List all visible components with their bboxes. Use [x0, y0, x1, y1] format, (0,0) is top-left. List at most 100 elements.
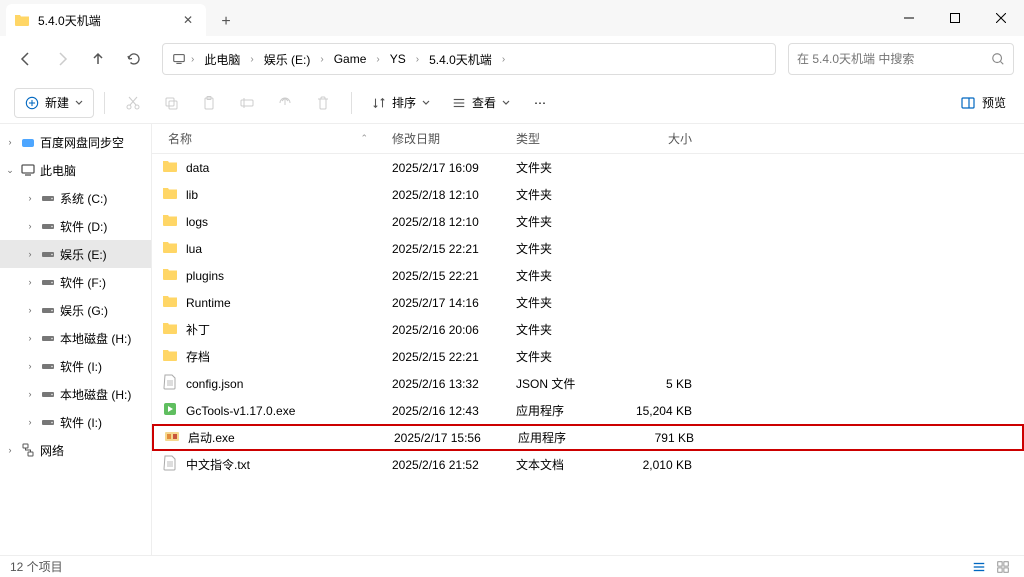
- column-header-size[interactable]: 大小: [622, 130, 702, 147]
- file-date: 2025/2/15 22:21: [392, 269, 516, 283]
- tree-label: 此电脑: [40, 162, 76, 179]
- new-tab-button[interactable]: +: [212, 8, 240, 36]
- file-row[interactable]: 中文指令.txt2025/2/16 21:52文本文档2,010 KB: [152, 451, 1024, 478]
- chevron-right-icon: ›: [320, 54, 323, 65]
- file-date: 2025/2/16 12:43: [392, 404, 516, 418]
- preview-pane-button[interactable]: 预览: [960, 94, 1006, 111]
- file-date: 2025/2/15 22:21: [392, 242, 516, 256]
- crumb-1[interactable]: 娱乐 (E:): [258, 49, 317, 70]
- chevron-icon: ›: [24, 304, 36, 316]
- column-header-type[interactable]: 类型: [516, 130, 622, 147]
- tree-item[interactable]: › 软件 (I:): [0, 352, 151, 380]
- cut-button[interactable]: [115, 88, 151, 118]
- maximize-button[interactable]: [932, 0, 978, 36]
- delete-button[interactable]: [305, 88, 341, 118]
- file-row[interactable]: 启动.exe2025/2/17 15:56应用程序791 KB: [152, 424, 1024, 451]
- tree-item[interactable]: ⌄此电脑: [0, 156, 151, 184]
- column-header-date[interactable]: 修改日期: [392, 130, 516, 147]
- drive-icon: [40, 386, 56, 402]
- file-type: JSON 文件: [516, 375, 622, 392]
- tree-item[interactable]: ›网络: [0, 436, 151, 464]
- file-row[interactable]: plugins2025/2/15 22:21文件夹: [152, 262, 1024, 289]
- file-row[interactable]: logs2025/2/18 12:10文件夹: [152, 208, 1024, 235]
- thumbnails-view-button[interactable]: [992, 558, 1014, 576]
- status-bar: 12 个项目: [0, 555, 1024, 577]
- file-date: 2025/2/16 20:06: [392, 323, 516, 337]
- tree-item[interactable]: ›系统 (C:): [0, 184, 151, 212]
- crumb-2[interactable]: Game: [328, 50, 373, 68]
- file-name: 启动.exe: [188, 429, 235, 446]
- tree-item[interactable]: ›软件 (F:): [0, 268, 151, 296]
- file-row[interactable]: data2025/2/17 16:09文件夹: [152, 154, 1024, 181]
- file-row[interactable]: 补丁2025/2/16 20:06文件夹: [152, 316, 1024, 343]
- file-row[interactable]: 存档2025/2/15 22:21文件夹: [152, 343, 1024, 370]
- tree-item[interactable]: ›软件 (D:): [0, 212, 151, 240]
- tree-item[interactable]: ›软件 (I:): [0, 408, 151, 436]
- tree-label: 软件 (I:): [60, 358, 102, 375]
- view-icon: [452, 96, 466, 110]
- crumb-0[interactable]: 此电脑: [198, 49, 246, 70]
- breadcrumb[interactable]: › 此电脑 › 娱乐 (E:) › Game › YS › 5.4.0天机端 ›: [162, 43, 776, 75]
- file-row[interactable]: config.json2025/2/16 13:32JSON 文件5 KB: [152, 370, 1024, 397]
- rename-button[interactable]: [229, 88, 265, 118]
- sort-dropdown[interactable]: 排序: [362, 88, 440, 118]
- chevron-icon: ›: [24, 360, 36, 372]
- folder-icon: [162, 158, 178, 177]
- refresh-button[interactable]: [118, 43, 150, 75]
- folder-icon: [162, 293, 178, 312]
- more-button[interactable]: ⋯: [522, 88, 558, 118]
- details-view-button[interactable]: [968, 558, 990, 576]
- crumb-4[interactable]: 5.4.0天机端: [423, 49, 498, 70]
- window-tab[interactable]: 5.4.0天机端 ✕: [6, 4, 206, 36]
- crumb-3[interactable]: YS: [384, 50, 412, 68]
- folder-icon: [14, 12, 30, 28]
- file-name: GcTools-v1.17.0.exe: [186, 404, 295, 418]
- file-date: 2025/2/16 21:52: [392, 458, 516, 472]
- drive-icon: [40, 246, 56, 262]
- column-header-name[interactable]: 名称 ⌃: [152, 130, 392, 147]
- separator: [104, 92, 105, 114]
- tree-item[interactable]: ›百度网盘同步空: [0, 128, 151, 156]
- copy-button[interactable]: [153, 88, 189, 118]
- file-row[interactable]: GcTools-v1.17.0.exe2025/2/16 12:43应用程序15…: [152, 397, 1024, 424]
- cloud-icon: [20, 134, 36, 150]
- folder-icon: [162, 266, 178, 285]
- file-name: data: [186, 161, 209, 175]
- chevron-icon: ›: [4, 136, 16, 148]
- tree-item[interactable]: ›娱乐 (E:): [0, 240, 151, 268]
- tree-label: 本地磁盘 (H:): [60, 386, 131, 403]
- minimize-button[interactable]: [886, 0, 932, 36]
- file-type: 应用程序: [518, 429, 624, 446]
- file-type: 文本文档: [516, 456, 622, 473]
- sort-indicator-icon: ⌃: [360, 133, 368, 144]
- file-row[interactable]: Runtime2025/2/17 14:16文件夹: [152, 289, 1024, 316]
- back-button[interactable]: [10, 43, 42, 75]
- new-label: 新建: [45, 94, 69, 111]
- share-button[interactable]: [267, 88, 303, 118]
- titlebar: 5.4.0天机端 ✕ +: [0, 0, 1024, 36]
- search-box[interactable]: [788, 43, 1014, 75]
- file-size: 2,010 KB: [622, 458, 702, 472]
- paste-button[interactable]: [191, 88, 227, 118]
- file-row[interactable]: lua2025/2/15 22:21文件夹: [152, 235, 1024, 262]
- close-tab-button[interactable]: ✕: [180, 12, 196, 28]
- new-button[interactable]: 新建: [14, 88, 94, 118]
- chevron-icon: ›: [24, 220, 36, 232]
- tree-item[interactable]: ›本地磁盘 (H:): [0, 380, 151, 408]
- chevron-icon: ›: [24, 276, 36, 288]
- search-input[interactable]: [797, 52, 985, 66]
- up-button[interactable]: [82, 43, 114, 75]
- forward-button[interactable]: [46, 43, 78, 75]
- file-date: 2025/2/18 12:10: [392, 215, 516, 229]
- separator: [351, 92, 352, 114]
- file-date: 2025/2/15 22:21: [392, 350, 516, 364]
- file-name: lib: [186, 188, 198, 202]
- file-name: 存档: [186, 348, 210, 365]
- exe-green-icon: [162, 401, 178, 420]
- file-row[interactable]: lib2025/2/18 12:10文件夹: [152, 181, 1024, 208]
- file-size: 5 KB: [622, 377, 702, 391]
- tree-item[interactable]: ›娱乐 (G:): [0, 296, 151, 324]
- close-window-button[interactable]: [978, 0, 1024, 36]
- tree-item[interactable]: ›本地磁盘 (H:): [0, 324, 151, 352]
- view-dropdown[interactable]: 查看: [442, 88, 520, 118]
